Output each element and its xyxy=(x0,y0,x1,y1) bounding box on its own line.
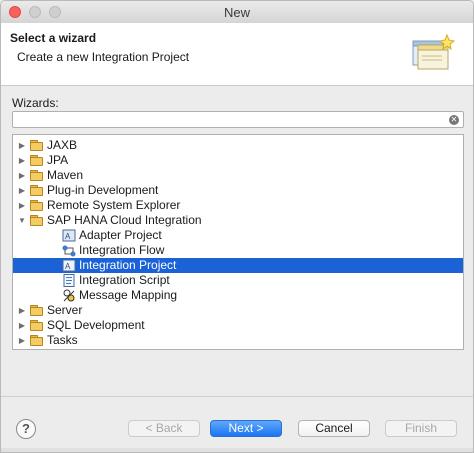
collapsed-triangle-icon[interactable]: ▶ xyxy=(17,183,27,198)
folder-icon xyxy=(30,169,44,182)
expanded-triangle-icon[interactable]: ▼ xyxy=(17,213,27,228)
divider xyxy=(1,396,473,397)
title-bar[interactable]: New xyxy=(1,1,473,24)
integration-flow-icon xyxy=(62,244,76,257)
tree-item[interactable]: ▶ JPA xyxy=(13,153,463,168)
folder-icon xyxy=(30,304,44,317)
tree-item-label: Integration Project xyxy=(79,258,177,272)
tree-item-label: Plug-in Development xyxy=(47,183,159,197)
tree-item-label: Message Mapping xyxy=(79,288,178,302)
folder-icon xyxy=(30,139,44,152)
tree-item[interactable]: ▶ Remote System Explorer xyxy=(13,198,463,213)
folder-icon xyxy=(30,154,44,167)
tree-item[interactable]: Message Mapping xyxy=(13,288,463,303)
tree-item-label: Tasks xyxy=(47,333,78,347)
wizard-header: Select a wizard Create a new Integration… xyxy=(1,23,473,86)
collapsed-triangle-icon[interactable]: ▶ xyxy=(17,138,27,153)
tree-item-label: SQL Development xyxy=(47,318,145,332)
tree-item[interactable]: ▶ Maven xyxy=(13,168,463,183)
folder-icon xyxy=(30,214,44,227)
tree-item[interactable]: ▶ Tasks xyxy=(13,333,463,348)
collapsed-triangle-icon[interactable]: ▶ xyxy=(17,333,27,348)
collapsed-triangle-icon[interactable]: ▶ xyxy=(17,198,27,213)
tree-item[interactable]: ▶ Plug-in Development xyxy=(13,183,463,198)
help-icon[interactable]: ? xyxy=(16,419,36,439)
wizard-filter-input[interactable]: ✕ xyxy=(12,111,464,128)
folder-icon xyxy=(30,199,44,212)
collapsed-triangle-icon[interactable]: ▶ xyxy=(17,318,27,333)
tree-item-label: Integration Script xyxy=(79,273,170,287)
tree-item[interactable]: Integration Script xyxy=(13,273,463,288)
tree-item-label: Integration Flow xyxy=(79,243,165,257)
tree-item-label: Server xyxy=(47,303,83,317)
tree-item[interactable]: ▶ JAXB xyxy=(13,138,463,153)
tree-item[interactable]: A Integration Project xyxy=(13,258,463,273)
tree-item-label: Remote System Explorer xyxy=(47,198,181,212)
next-button[interactable]: Next > xyxy=(210,420,282,437)
tree-item[interactable]: Integration Flow xyxy=(13,243,463,258)
tree-item-label: JAXB xyxy=(47,138,78,152)
integration-project-icon: A xyxy=(62,259,76,272)
window-bottom-strip xyxy=(1,448,473,452)
wizard-banner-icon xyxy=(412,33,455,70)
clear-search-icon[interactable]: ✕ xyxy=(449,115,459,125)
adapter-project-icon: A xyxy=(62,229,76,242)
svg-text:A: A xyxy=(65,262,71,271)
tree-item[interactable]: ▼ SAP HANA Cloud Integration xyxy=(13,213,463,228)
collapsed-triangle-icon[interactable]: ▶ xyxy=(17,168,27,183)
tree-item-label: SAP HANA Cloud Integration xyxy=(47,213,202,227)
tree-item-label: JPA xyxy=(47,153,69,167)
message-mapping-icon xyxy=(62,289,76,302)
wizard-tree[interactable]: ▶ JAXB ▶ JPA ▶ Maven ▶ Plug-in Development ▶ Remo… xyxy=(12,134,464,350)
finish-button[interactable]: Finish xyxy=(385,420,457,437)
folder-icon xyxy=(30,334,44,347)
back-button[interactable]: < Back xyxy=(128,420,200,437)
wizards-label: Wizards: xyxy=(12,96,59,110)
collapsed-triangle-icon[interactable]: ▶ xyxy=(17,303,27,318)
new-wizard-dialog: New Select a wizard Create a new Integra… xyxy=(0,0,474,453)
tree-item[interactable]: ▶ Server xyxy=(13,303,463,318)
svg-text:A: A xyxy=(65,232,71,241)
tree-item-label: Adapter Project xyxy=(79,228,162,242)
tree-item[interactable]: ▶ SQL Development xyxy=(13,318,463,333)
integration-script-icon xyxy=(62,274,76,287)
cancel-button[interactable]: Cancel xyxy=(298,420,370,437)
page-subtitle: Create a new Integration Project xyxy=(17,50,190,64)
folder-icon xyxy=(30,319,44,332)
tree-item[interactable]: A Adapter Project xyxy=(13,228,463,243)
tree-item-label: Maven xyxy=(47,168,84,182)
folder-icon xyxy=(30,184,44,197)
page-title: Select a wizard xyxy=(10,31,97,45)
window-title: New xyxy=(223,5,250,20)
collapsed-triangle-icon[interactable]: ▶ xyxy=(17,153,27,168)
